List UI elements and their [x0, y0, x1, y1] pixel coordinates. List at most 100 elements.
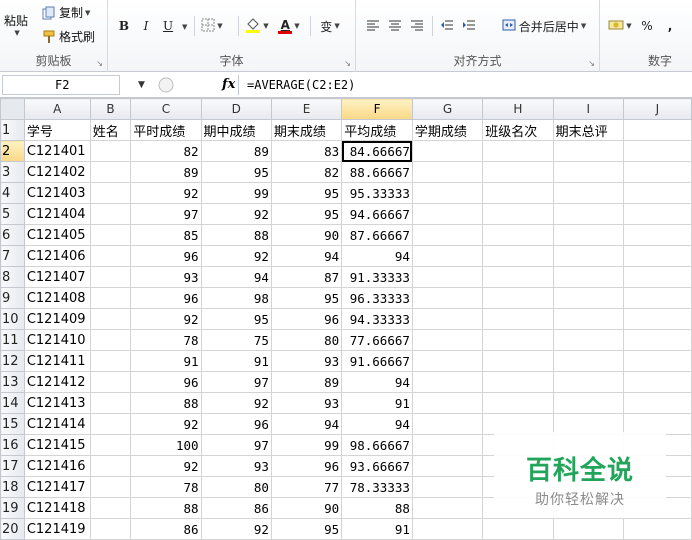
cell-d6[interactable]: 88: [200, 224, 272, 246]
cell-a4[interactable]: C121403: [23, 182, 91, 204]
cell-b11[interactable]: [89, 329, 132, 351]
row-header[interactable]: 6: [0, 224, 25, 246]
cell-f7[interactable]: 94: [341, 245, 413, 267]
row-header[interactable]: 18: [0, 476, 25, 498]
cell-a17[interactable]: C121416: [23, 455, 91, 477]
cell-a9[interactable]: C121408: [23, 287, 91, 309]
cell-d7[interactable]: 92: [200, 245, 272, 267]
cell-c11[interactable]: 78: [130, 329, 202, 351]
dialog-launcher-icon[interactable]: ↘: [344, 59, 351, 68]
cell-b10[interactable]: [89, 308, 132, 330]
cell-g5[interactable]: [411, 203, 484, 225]
cell-f14[interactable]: 91: [341, 392, 413, 414]
cell-g19[interactable]: [411, 497, 484, 519]
cell-a1[interactable]: 学号: [23, 119, 91, 141]
cell-j12[interactable]: [622, 350, 692, 372]
dialog-launcher-icon[interactable]: ↘: [96, 59, 103, 68]
merge-center-button[interactable]: 合并后居中 ▼: [494, 16, 594, 36]
row-header[interactable]: 4: [0, 182, 25, 204]
cell-f10[interactable]: 94.33333: [341, 308, 413, 330]
paste-button[interactable]: 粘贴 ▼: [4, 12, 28, 37]
cell-f1[interactable]: 平均成绩: [341, 119, 413, 141]
cell-e3[interactable]: 82: [270, 161, 343, 183]
cell-e12[interactable]: 93: [270, 350, 343, 372]
row-header[interactable]: 9: [0, 287, 25, 309]
border-button[interactable]: ▼: [200, 16, 224, 36]
cell-c19[interactable]: 88: [130, 497, 202, 519]
cell-f4[interactable]: 95.33333: [341, 182, 413, 204]
cell-j10[interactable]: [622, 308, 692, 330]
cell-i14[interactable]: [552, 392, 624, 414]
cell-g7[interactable]: [411, 245, 484, 267]
row-header[interactable]: 15: [0, 413, 25, 435]
row-header[interactable]: 11: [0, 329, 25, 351]
cell-a10[interactable]: C121409: [23, 308, 91, 330]
cell-f12[interactable]: 91.66667: [341, 350, 413, 372]
align-left-button[interactable]: [364, 16, 382, 36]
cell-j20[interactable]: [622, 518, 692, 540]
cell-j14[interactable]: [622, 392, 692, 414]
cell-a13[interactable]: C121412: [23, 371, 91, 393]
row-header[interactable]: 1: [0, 119, 25, 141]
cell-f9[interactable]: 96.33333: [341, 287, 413, 309]
cell-h20[interactable]: [482, 518, 554, 540]
cell-a7[interactable]: C121406: [23, 245, 91, 267]
cell-h10[interactable]: [482, 308, 554, 330]
comma-style-button[interactable]: ,: [664, 16, 676, 36]
cell-e15[interactable]: 94: [270, 413, 343, 435]
cell-c17[interactable]: 92: [130, 455, 202, 477]
cell-d17[interactable]: 93: [200, 455, 272, 477]
cell-e17[interactable]: 96: [270, 455, 343, 477]
cell-c5[interactable]: 97: [130, 203, 202, 225]
cell-c9[interactable]: 96: [130, 287, 202, 309]
cell-e6[interactable]: 90: [270, 224, 343, 246]
cell-i8[interactable]: [552, 266, 624, 288]
cell-d20[interactable]: 92: [200, 518, 272, 540]
cell-g12[interactable]: [411, 350, 484, 372]
cell-e8[interactable]: 87: [270, 266, 343, 288]
cell-g17[interactable]: [411, 455, 484, 477]
cell-d12[interactable]: 91: [200, 350, 272, 372]
row-header[interactable]: 20: [0, 518, 25, 540]
name-box[interactable]: F2: [2, 75, 120, 95]
cell-g1[interactable]: 学期成绩: [411, 119, 484, 141]
cell-g10[interactable]: [411, 308, 484, 330]
cell-d10[interactable]: 95: [200, 308, 272, 330]
cell-a5[interactable]: C121404: [23, 203, 91, 225]
cell-a6[interactable]: C121405: [23, 224, 91, 246]
row-header[interactable]: 13: [0, 371, 25, 393]
cell-e20[interactable]: 95: [270, 518, 343, 540]
cell-i3[interactable]: [552, 161, 624, 183]
cell-i4[interactable]: [552, 182, 624, 204]
column-header-h[interactable]: H: [482, 98, 554, 120]
cell-h13[interactable]: [482, 371, 554, 393]
column-header-i[interactable]: I: [552, 98, 624, 120]
cell-h4[interactable]: [482, 182, 554, 204]
cell-a16[interactable]: C121415: [23, 434, 91, 456]
cell-a15[interactable]: C121414: [23, 413, 91, 435]
cell-b4[interactable]: [89, 182, 132, 204]
format-painter-button[interactable]: 格式刷: [42, 28, 95, 45]
cell-g6[interactable]: [411, 224, 484, 246]
cell-b19[interactable]: [89, 497, 132, 519]
cell-i9[interactable]: [552, 287, 624, 309]
cell-a8[interactable]: C121407: [23, 266, 91, 288]
cell-b20[interactable]: [89, 518, 132, 540]
cell-e14[interactable]: 93: [270, 392, 343, 414]
column-header-g[interactable]: G: [411, 98, 484, 120]
cell-b15[interactable]: [89, 413, 132, 435]
cell-d16[interactable]: 97: [200, 434, 272, 456]
cell-g4[interactable]: [411, 182, 484, 204]
cell-j2[interactable]: [622, 140, 692, 162]
cell-h9[interactable]: [482, 287, 554, 309]
cell-a11[interactable]: C121410: [23, 329, 91, 351]
cell-f11[interactable]: 77.66667: [341, 329, 413, 351]
underline-button[interactable]: U: [160, 16, 176, 36]
italic-button[interactable]: I: [138, 16, 154, 36]
copy-button[interactable]: 复制 ▼: [42, 4, 90, 21]
align-right-button[interactable]: [408, 16, 426, 36]
cell-d11[interactable]: 75: [200, 329, 272, 351]
cell-e2[interactable]: 83: [270, 140, 343, 162]
cell-e13[interactable]: 89: [270, 371, 343, 393]
cell-j4[interactable]: [622, 182, 692, 204]
